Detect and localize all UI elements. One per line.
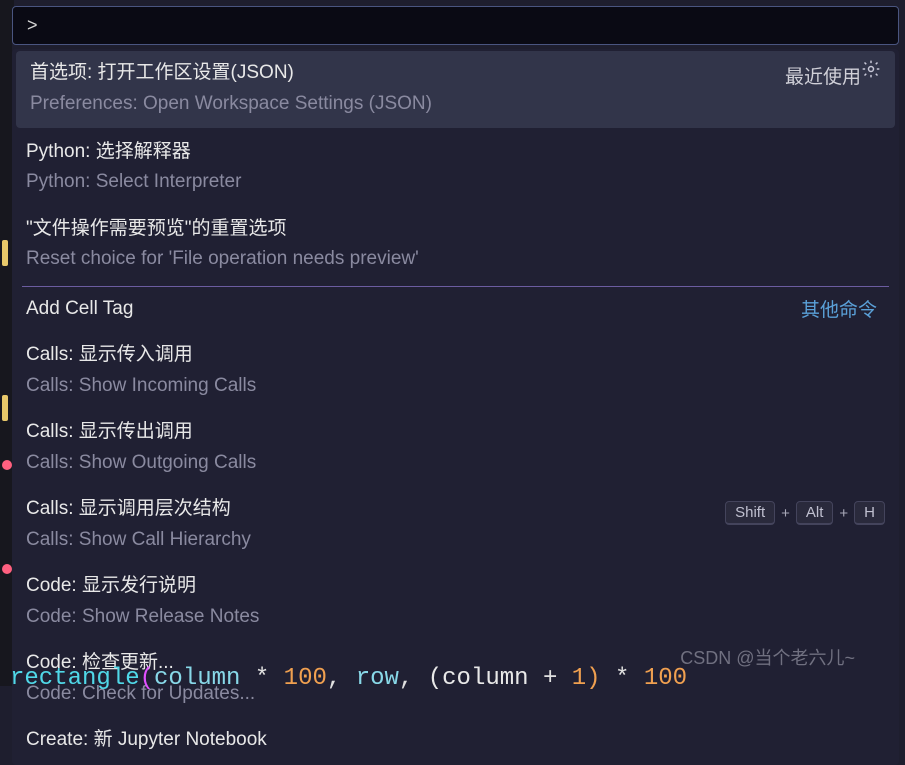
command-item[interactable]: Code: 显示发行说明Code: Show Release Notes: [12, 564, 899, 641]
command-label-primary: Calls: 显示传入调用: [26, 341, 885, 370]
command-label-primary: Calls: 显示调用层次结构: [26, 495, 725, 524]
command-item[interactable]: Calls: 显示传入调用Calls: Show Incoming Calls: [12, 333, 899, 410]
command-label-primary: "文件操作需要预览"的重置选项: [26, 215, 885, 244]
command-label-primary: Create: 新 Jupyter Notebook: [26, 726, 885, 755]
command-label-secondary: Python: Select Interpreter: [26, 167, 885, 196]
command-item[interactable]: Calls: 显示调用层次结构Calls: Show Call Hierarch…: [12, 487, 899, 564]
keybinding: Shift + Alt + H: [725, 495, 885, 525]
command-item[interactable]: 首选项: 打开工作区设置(JSON)Preferences: Open Work…: [16, 51, 895, 128]
key: Alt: [796, 501, 834, 525]
key-plus: +: [839, 505, 848, 522]
command-label-secondary: Code: Show Release Notes: [26, 602, 885, 631]
recently-used-label: 最近使用: [785, 62, 861, 89]
command-item[interactable]: Calls: 显示传出调用Calls: Show Outgoing Calls: [12, 410, 899, 487]
command-label-secondary: Reset choice for 'File operation needs p…: [26, 244, 885, 273]
command-label-secondary: Preferences: Open Workspace Settings (JS…: [30, 89, 785, 118]
command-item[interactable]: Add Cell Tag其他命令: [12, 287, 899, 334]
key: Shift: [725, 501, 775, 525]
command-item[interactable]: "文件操作需要预览"的重置选项Reset choice for 'File op…: [12, 207, 899, 284]
command-item[interactable]: Create: 新 Jupyter Notebook: [12, 718, 899, 765]
command-label-secondary: Calls: Show Outgoing Calls: [26, 448, 885, 477]
command-item[interactable]: Python: 选择解释器Python: Select Interpreter: [12, 130, 899, 207]
key-plus: +: [781, 505, 790, 522]
key: H: [854, 501, 885, 525]
gutter-dot-icon: [2, 460, 12, 470]
command-label-primary: Code: 显示发行说明: [26, 572, 885, 601]
gutter-bracket-icon: [2, 240, 8, 266]
editor-code-line: rectangle(column * 100, row, (column + 1…: [10, 665, 687, 692]
command-label-primary: Python: 选择解释器: [26, 138, 885, 167]
command-label-secondary: Calls: Show Incoming Calls: [26, 371, 885, 400]
gear-icon[interactable]: [861, 59, 881, 79]
command-label-primary: Calls: 显示传出调用: [26, 418, 885, 447]
command-label-secondary: Calls: Show Call Hierarchy: [26, 525, 725, 554]
command-input[interactable]: >: [12, 6, 899, 45]
watermark: CSDN @当个老六儿~: [680, 644, 855, 670]
gutter-dot-icon: [2, 564, 12, 574]
command-label-primary: 首选项: 打开工作区设置(JSON): [30, 59, 785, 88]
other-commands-label: 其他命令: [801, 295, 877, 322]
gutter-bracket-icon: [2, 395, 8, 421]
command-label-primary: Add Cell Tag: [26, 295, 885, 324]
